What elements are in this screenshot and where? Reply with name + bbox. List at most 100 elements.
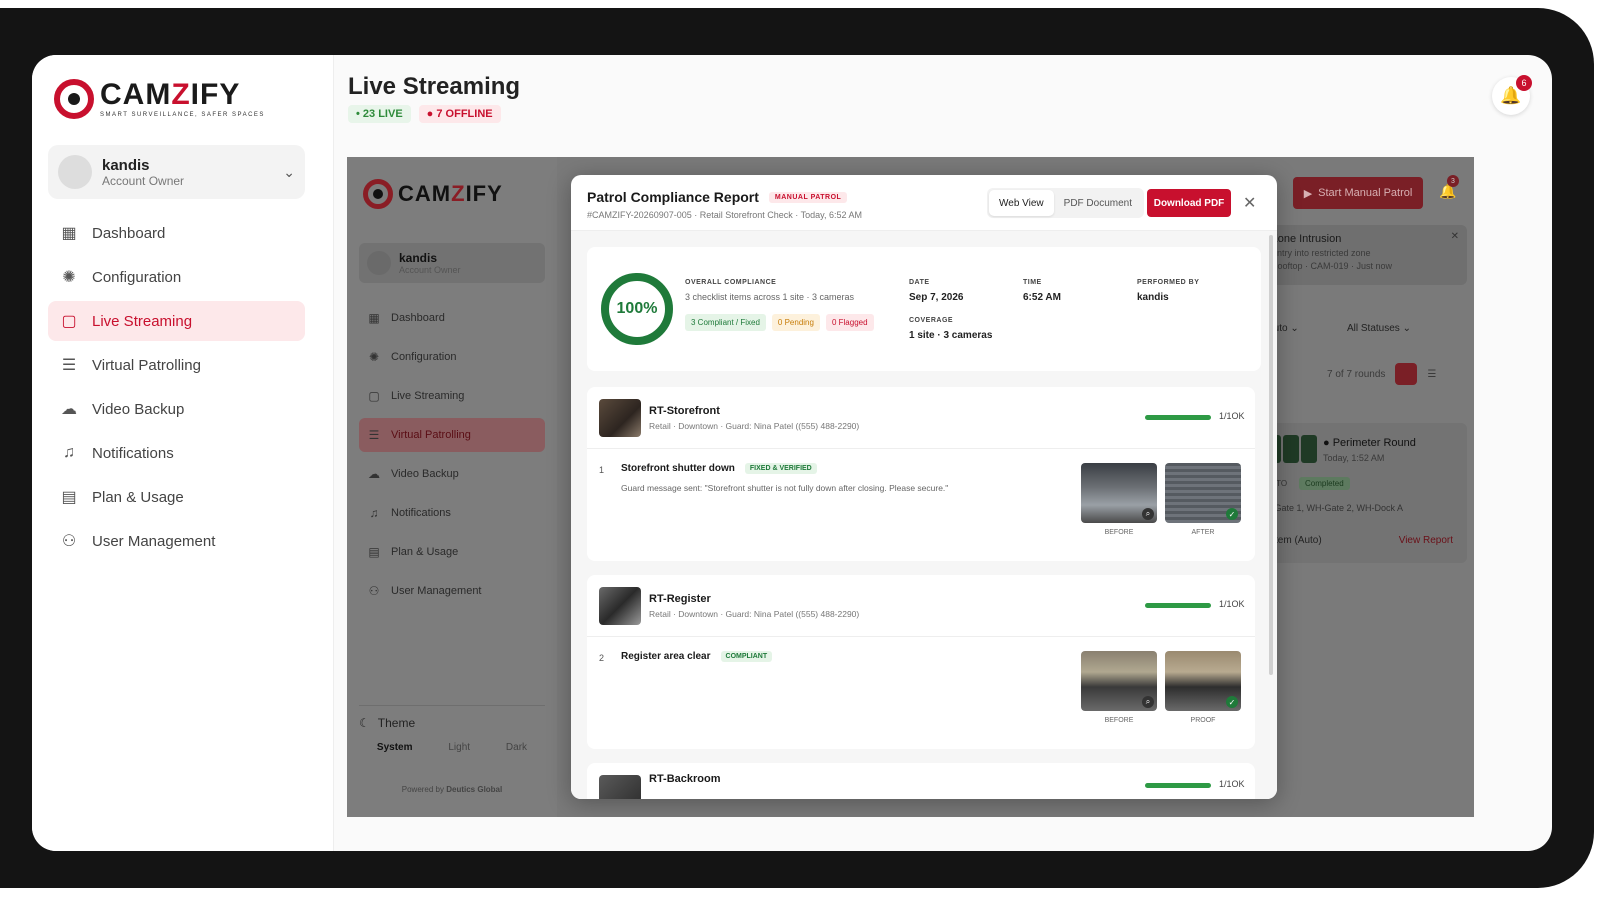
- sidebar-item-configuration[interactable]: ✺ Configuration: [48, 257, 305, 297]
- overall-compliance: OVERALL COMPLIANCE 3 checklist items acr…: [685, 279, 874, 331]
- bell-icon: ♫: [369, 506, 379, 520]
- preview-nav-virtual-patrolling[interactable]: ☰ Virtual Patrolling: [359, 418, 545, 452]
- scrollbar[interactable]: [1269, 235, 1273, 675]
- tab-web-view[interactable]: Web View: [989, 190, 1054, 216]
- notification-count-badge: 3: [1447, 175, 1459, 187]
- site-header[interactable]: RT-Register Retail · Downtown · Guard: N…: [587, 575, 1255, 637]
- alert-desc: Entry into restricted zone: [1271, 248, 1371, 258]
- sidebar-item-label: Dashboard: [92, 224, 166, 242]
- before-photo[interactable]: ⌕: [1081, 463, 1157, 523]
- sidebar-item-virtual-patrolling[interactable]: ☰ Virtual Patrolling: [48, 345, 305, 385]
- proof-photo[interactable]: ✓: [1165, 651, 1241, 711]
- preview-bell-button[interactable]: 🔔 3: [1439, 175, 1459, 200]
- preview-sidebar: CAMZIFY kandis Account Owner ▦ Dashboard …: [347, 157, 557, 817]
- sidebar-item-dashboard[interactable]: ▦ Dashboard: [48, 213, 305, 253]
- item-title-text: Storefront shutter down: [621, 463, 735, 474]
- sidebar-item-user-management[interactable]: ⚇ User Management: [48, 521, 305, 561]
- checklist-item: 1 Storefront shutter down FIXED & VERIFIE…: [587, 449, 1255, 559]
- status-badge: COMPLIANT: [720, 651, 773, 662]
- sidebar-item-video-backup[interactable]: ☁ Video Backup: [48, 389, 305, 429]
- theme-option-light[interactable]: Light: [448, 742, 470, 753]
- nav-label: Configuration: [391, 351, 457, 363]
- after-photo[interactable]: ✓: [1165, 463, 1241, 523]
- theme-option-dark[interactable]: Dark: [506, 742, 527, 753]
- theme-option-system[interactable]: System: [377, 742, 413, 753]
- patrol-round-card[interactable]: ● Perimeter Round Today, 1:52 AM AUTO Co…: [1257, 423, 1467, 563]
- preview-nav-dashboard[interactable]: ▦ Dashboard: [359, 301, 545, 335]
- thumbnail: [1301, 435, 1317, 463]
- filter-value: All Statuses: [1347, 323, 1400, 334]
- close-icon[interactable]: ✕: [1243, 193, 1256, 213]
- item-title: Storefront shutter down FIXED & VERIFIED: [621, 463, 817, 474]
- close-icon[interactable]: ✕: [1451, 231, 1459, 242]
- site-card-storefront: RT-Storefront Retail · Downtown · Guard:…: [587, 387, 1255, 561]
- brand-logo[interactable]: CAMZIFY SMART SURVEILLANCE, SAFER SPACES: [54, 79, 265, 119]
- patrol-filters: Auto ⌄ All Statuses ⌄: [1267, 323, 1447, 334]
- item-number: 2: [599, 653, 605, 663]
- checklist-item: 2 Register area clear COMPLIANT ⌕ BEFORE …: [587, 637, 1255, 747]
- sidebar-item-label: Video Backup: [92, 400, 185, 418]
- theme-title: ☾ Theme: [359, 716, 545, 730]
- sidebar-item-label: Plan & Usage: [92, 488, 184, 506]
- sidebar-item-plan-usage[interactable]: ▤ Plan & Usage: [48, 477, 305, 517]
- nav-label: Plan & Usage: [391, 546, 459, 558]
- moon-icon: ☾: [359, 716, 370, 730]
- preview-nav-configuration[interactable]: ✺ Configuration: [359, 340, 545, 374]
- rounds-count: 7 of 7 rounds ☰: [1327, 363, 1436, 385]
- start-manual-patrol-button[interactable]: ▶ Start Manual Patrol: [1293, 177, 1423, 209]
- bell-icon: ♫: [63, 444, 75, 461]
- preview-nav-notifications[interactable]: ♫ Notifications: [359, 496, 545, 530]
- sidebar-item-notifications[interactable]: ♫ Notifications: [48, 433, 305, 473]
- logo-wordmark: CAMZIFY: [100, 78, 241, 111]
- powered-by: Powered by Deutics Global: [347, 785, 557, 794]
- thumbnail: [1283, 435, 1299, 463]
- view-report-link[interactable]: View Report: [1399, 535, 1453, 546]
- view-tabs: Web View PDF Document: [987, 188, 1145, 218]
- site-header[interactable]: RT-Backroom 1/1OK: [587, 763, 1255, 799]
- photo-label: AFTER: [1191, 529, 1215, 536]
- check-icon: ✓: [1226, 508, 1238, 520]
- zone-intrusion-alert[interactable]: Zone Intrusion Entry into restricted zon…: [1257, 225, 1467, 285]
- sidebar-item-live-streaming[interactable]: ▢ Live Streaming: [48, 301, 305, 341]
- offline-count-badge: ● 7 OFFLINE: [418, 105, 501, 123]
- preview-nav-plan-usage[interactable]: ▤ Plan & Usage: [359, 535, 545, 569]
- patrol-icon: ☰: [368, 428, 380, 442]
- item-title: Register area clear COMPLIANT: [621, 651, 773, 662]
- performed-by: PERFORMED BY kandis: [1137, 279, 1199, 303]
- nav-label: Notifications: [391, 507, 451, 519]
- user-icon: ⚇: [61, 533, 77, 550]
- site-thumbnail: [599, 587, 641, 625]
- status-badge: Completed: [1299, 477, 1350, 490]
- photo-label: PROOF: [1190, 717, 1216, 724]
- download-pdf-button[interactable]: Download PDF: [1147, 189, 1231, 217]
- time-value: 6:52 AM: [1023, 292, 1061, 303]
- list-view-icon[interactable]: ☰: [1427, 369, 1436, 380]
- before-photo[interactable]: ⌕: [1081, 651, 1157, 711]
- status-filter-select[interactable]: All Statuses ⌄: [1347, 323, 1447, 334]
- sidebar-item-label: Notifications: [92, 444, 174, 462]
- tab-pdf-document[interactable]: PDF Document: [1054, 190, 1142, 216]
- chevron-down-icon: ⌄: [283, 163, 295, 180]
- cloud-icon: ☁: [368, 467, 380, 481]
- powered-by-prefix: Powered by: [401, 785, 447, 794]
- grid-view-icon[interactable]: [1395, 363, 1418, 385]
- preview-nav-live-streaming[interactable]: ▢ Live Streaming: [359, 379, 545, 413]
- compliance-percent: 100%: [601, 273, 673, 345]
- zoom-icon: ⌕: [1142, 508, 1154, 520]
- nav-label: User Management: [391, 585, 482, 597]
- gear-icon: ✺: [368, 350, 380, 364]
- preview-account-switcher[interactable]: kandis Account Owner: [359, 243, 545, 283]
- document-icon: ▤: [61, 489, 77, 506]
- preview-nav-video-backup[interactable]: ☁ Video Backup: [359, 457, 545, 491]
- sidebar-item-label: Virtual Patrolling: [92, 356, 201, 374]
- site-header[interactable]: RT-Storefront Retail · Downtown · Guard:…: [587, 387, 1255, 449]
- zoom-icon: ⌕: [1142, 696, 1154, 708]
- site-details: Retail · Downtown · Guard: Nina Patel ((…: [649, 609, 860, 619]
- nav-label: Live Streaming: [391, 390, 465, 402]
- account-switcher[interactable]: kandis Account Owner ⌄: [48, 145, 305, 199]
- notifications-bell-button[interactable]: 🔔 6: [1492, 75, 1532, 115]
- site-name: RT-Register: [649, 593, 711, 605]
- status-badge: FIXED & VERIFIED: [744, 463, 817, 474]
- dashboard-icon: ▦: [368, 311, 380, 325]
- preview-nav-user-management[interactable]: ⚇ User Management: [359, 574, 545, 608]
